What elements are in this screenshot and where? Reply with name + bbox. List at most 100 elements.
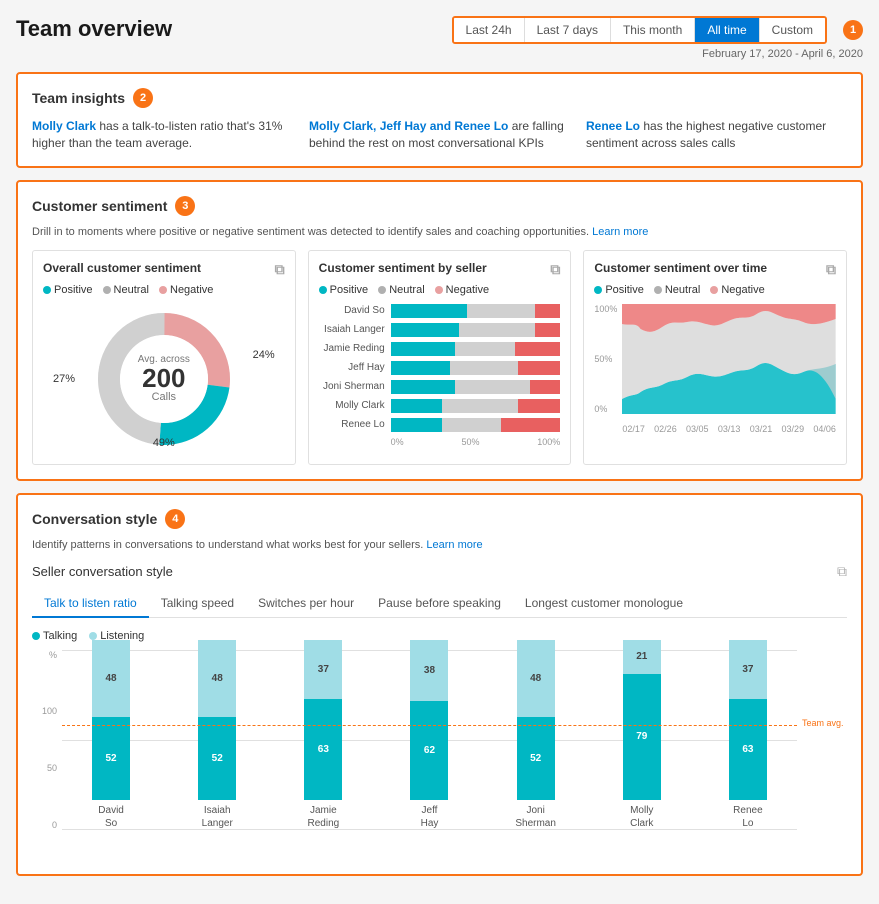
step-badge-3: 3: [175, 196, 195, 216]
insight-item-1: Molly Clark, Jeff Hay and Renee Lo are f…: [309, 118, 570, 152]
sentiment-learn-more[interactable]: Learn more: [592, 226, 648, 238]
bar-negative: [515, 342, 561, 356]
copy-icon-seller[interactable]: ⧉: [550, 261, 560, 278]
seller-chart-title: Customer sentiment by seller: [319, 261, 487, 278]
talking-dot: [32, 632, 40, 640]
bar-neutral: [467, 304, 535, 318]
bar-positive: [391, 361, 450, 375]
sentiment-over-time-card: Customer sentiment over time ⧉ Positive …: [583, 250, 847, 465]
seller-row: Renee Lo: [319, 418, 561, 432]
step-badge-1: 1: [843, 20, 863, 40]
time-chart-area: 100% 50% 0%: [594, 304, 836, 434]
stacked-bar: 38 62: [410, 640, 448, 800]
sentiment-by-seller-card: Customer sentiment by seller ⧉ Positive …: [308, 250, 572, 465]
bar-positive: [391, 380, 455, 394]
seller-bar-label: JoniSherman: [515, 804, 556, 830]
overall-chart-title: Overall customer sentiment: [43, 261, 201, 278]
page-title: Team overview: [16, 16, 172, 41]
donut-pct-positive: 24%: [253, 349, 275, 361]
listen-segment: 21: [623, 640, 661, 674]
seller-bar-label: MollyClark: [630, 804, 653, 830]
copy-icon-time[interactable]: ⧉: [826, 261, 836, 278]
bar-negative: [518, 361, 560, 375]
insight-item-2: Renee Lo has the highest negative custom…: [586, 118, 847, 152]
listen-segment: 37: [729, 640, 767, 699]
time-legend-negative: Negative: [710, 284, 764, 296]
tab-talking-speed[interactable]: Talking speed: [149, 590, 246, 618]
seller-legend: Positive Neutral Negative: [319, 284, 561, 296]
seller-bar-label: IsaiahLanger: [202, 804, 233, 830]
conversation-style-section: Conversation style 4 Identify patterns i…: [16, 493, 863, 876]
bar-neutral: [455, 380, 530, 394]
y-0: 0: [32, 820, 57, 830]
talk-segment: 63: [729, 699, 767, 800]
seller-bar-group: 48 52 JoniSherman: [487, 640, 585, 830]
seller-bar-container: [391, 361, 561, 375]
stacked-bar: 37 63: [304, 640, 342, 800]
team-avg-line: [62, 725, 797, 726]
bar-positive: [391, 399, 442, 413]
seller-bar-group: 38 62 JeffHay: [380, 640, 478, 830]
sentiment-grid: Overall customer sentiment ⧉ Positive Ne…: [32, 250, 847, 465]
conv-learn-more[interactable]: Learn more: [426, 539, 482, 551]
listen-segment: 38: [410, 640, 448, 701]
donut-chart-container: Avg. across 200 Calls 27% 24% 49%: [43, 304, 285, 454]
stacked-bars: 48 52 DavidSo 48 52 IsaiahLanger 37 63 J…: [62, 650, 797, 830]
talk-segment: 52: [198, 717, 236, 800]
time-filter-all-time[interactable]: All time: [695, 18, 759, 42]
time-filter-last-7-days[interactable]: Last 7 days: [525, 18, 611, 42]
bar-neutral: [450, 361, 518, 375]
bar-neutral: [442, 399, 518, 413]
tab-talk-to-listen-ratio[interactable]: Talk to listen ratio: [32, 590, 149, 618]
legend-negative: Negative: [159, 284, 213, 296]
talk-segment: 52: [92, 717, 130, 800]
time-legend-positive: Positive: [594, 284, 644, 296]
stacked-bar: 48 52: [517, 640, 555, 800]
insights-grid: Molly Clark has a talk-to-listen ratio t…: [32, 118, 847, 152]
seller-row: Isaiah Langer: [319, 323, 561, 337]
donut-pct-neutral: 49%: [153, 437, 175, 449]
seller-row: David So: [319, 304, 561, 318]
team-insights-section: Team insights 2 Molly Clark has a talk-t…: [16, 72, 863, 168]
seller-bar-group: 48 52 IsaiahLanger: [168, 640, 266, 830]
conversation-tabs: Talk to listen ratioTalking speedSwitche…: [32, 590, 847, 618]
time-x-axis: 02/1702/2603/0503/1303/2103/2904/06: [622, 424, 836, 434]
seller-row: Jeff Hay: [319, 361, 561, 375]
time-chart-title: Customer sentiment over time: [594, 261, 767, 278]
seller-neutral-dot: [378, 286, 386, 294]
time-svg-area: [622, 304, 836, 414]
stacked-bar: 48 52: [92, 640, 130, 800]
tab-switches-per-hour[interactable]: Switches per hour: [246, 590, 366, 618]
stacked-bar: 21 79: [623, 640, 661, 800]
seller-bar-group: 37 63 ReneeLo: [699, 640, 797, 830]
time-filter-last-24h[interactable]: Last 24h: [454, 18, 525, 42]
seller-conv-title: Seller conversation style: [32, 564, 173, 579]
copy-icon-overall[interactable]: ⧉: [275, 261, 285, 278]
seller-bar-label: ReneeLo: [733, 804, 762, 830]
seller-bar-group: 48 52 DavidSo: [62, 640, 160, 830]
sentiment-subtitle: Drill in to moments where positive or ne…: [32, 226, 847, 238]
header-right: Last 24hLast 7 daysThis monthAll timeCus…: [452, 16, 863, 60]
bar-positive: [391, 342, 455, 356]
tab-pause-before-speaking[interactable]: Pause before speaking: [366, 590, 513, 618]
step-badge-2: 2: [133, 88, 153, 108]
time-filter-this-month[interactable]: This month: [611, 18, 695, 42]
time-filter-custom[interactable]: Custom: [760, 18, 825, 42]
copy-icon-conv[interactable]: ⧉: [837, 563, 847, 580]
seller-bar-container: [391, 399, 561, 413]
seller-bar-label: JeffHay: [421, 804, 439, 830]
overall-sentiment-card: Overall customer sentiment ⧉ Positive Ne…: [32, 250, 296, 465]
legend-positive: Positive: [43, 284, 93, 296]
seller-bar-container: [391, 380, 561, 394]
time-negative-dot: [710, 286, 718, 294]
time-positive-dot: [594, 286, 602, 294]
seller-bars: David So Isaiah Langer Jamie Reding Jeff…: [319, 304, 561, 447]
seller-bar-container: [391, 304, 561, 318]
seller-positive-dot: [319, 286, 327, 294]
bar-negative: [535, 304, 560, 318]
donut-center: Avg. across 200 Calls: [138, 354, 190, 403]
seller-bar-group: 37 63 JamieReding: [274, 640, 372, 830]
seller-bar-label: DavidSo: [98, 804, 124, 830]
listen-segment: 48: [198, 640, 236, 717]
tab-longest-customer-monologue[interactable]: Longest customer monologue: [513, 590, 695, 618]
